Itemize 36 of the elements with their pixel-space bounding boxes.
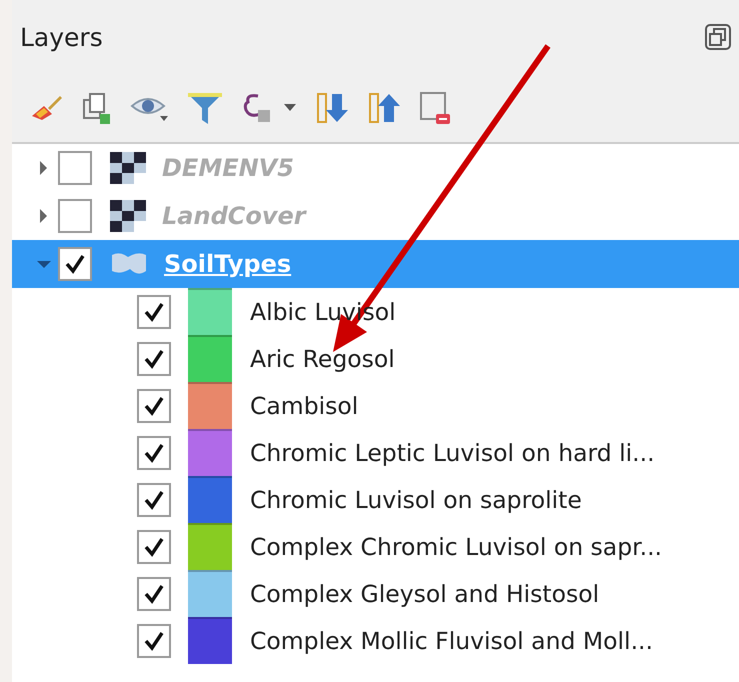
- layer-checkbox[interactable]: [58, 247, 92, 281]
- checkmark-icon: [144, 348, 164, 368]
- class-checkbox[interactable]: [137, 482, 171, 516]
- class-label: Chromic Luvisol on saprolite: [250, 486, 582, 514]
- float-panel-icon[interactable]: [705, 24, 731, 50]
- checkmark-icon: [144, 536, 164, 556]
- filter-icon[interactable]: [186, 90, 224, 126]
- class-checkbox[interactable]: [137, 530, 171, 564]
- class-checkbox[interactable]: [137, 576, 171, 610]
- checkmark-icon: [144, 630, 164, 650]
- class-label: Cambisol: [250, 392, 358, 420]
- collapse-all-icon[interactable]: [366, 90, 402, 126]
- class-checkbox[interactable]: [137, 388, 171, 422]
- raster-layer-icon: [110, 152, 146, 184]
- panel-title: Layers: [20, 22, 103, 52]
- checkmark-icon: [144, 396, 164, 416]
- expand-all-icon[interactable]: [314, 90, 350, 126]
- checkmark-icon: [144, 442, 164, 462]
- raster-layer-icon: [110, 200, 146, 232]
- layer-name: DEMENV5: [162, 154, 294, 182]
- class-label: Complex Chromic Luvisol on sapr...: [250, 532, 662, 560]
- class-label: Chromic Leptic Luvisol on hard li...: [250, 438, 655, 466]
- class-label: Complex Gleysol and Histosol: [250, 580, 600, 608]
- class-label: Complex Mollic Fluvisol and Moll...: [250, 626, 653, 654]
- checkmark-icon: [144, 302, 164, 322]
- layer-name: LandCover: [162, 202, 306, 230]
- class-label: Aric Regosol: [250, 344, 395, 372]
- checkmark-icon: [144, 584, 164, 604]
- class-checkbox[interactable]: [137, 342, 171, 376]
- checkmark-icon: [65, 254, 85, 274]
- checkmark-icon: [144, 490, 164, 510]
- class-checkbox[interactable]: [137, 624, 171, 658]
- layer-row[interactable]: SoilTypes: [12, 240, 739, 288]
- layer-name: SoilTypes: [164, 250, 292, 278]
- class-checkbox[interactable]: [137, 294, 171, 328]
- class-checkbox[interactable]: [137, 436, 171, 470]
